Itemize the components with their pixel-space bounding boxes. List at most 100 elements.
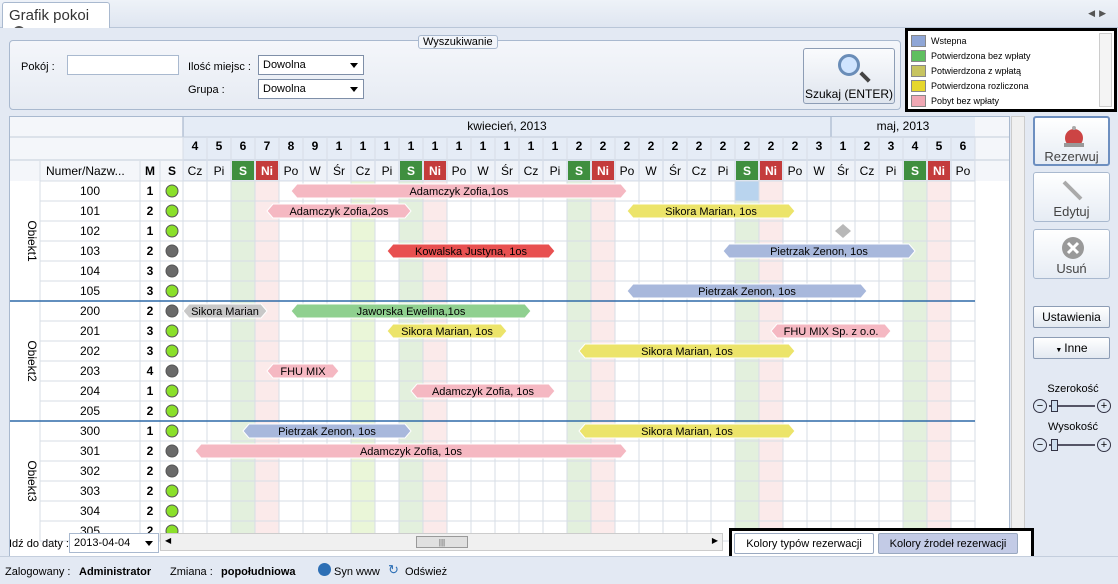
room-number[interactable]: 203 xyxy=(80,364,100,378)
column-name-header: Numer/Nazw... xyxy=(46,164,125,178)
room-number[interactable]: 103 xyxy=(80,244,100,258)
minus-icon[interactable]: − xyxy=(1033,438,1047,452)
room-number[interactable]: 302 xyxy=(80,464,100,478)
other-button[interactable]: ▼ Inne xyxy=(1033,337,1110,359)
delete-button[interactable]: Usuń xyxy=(1033,229,1110,279)
search-button[interactable]: Szukaj (ENTER) xyxy=(803,48,895,104)
settings-button[interactable]: Ustawienia xyxy=(1033,306,1110,328)
height-label: Wysokość xyxy=(1047,421,1099,433)
booking-label: Adamczyk Zofia,1os xyxy=(409,186,509,198)
horizontal-scrollbar[interactable]: ◀ ||| ▶ xyxy=(160,533,723,551)
group-select[interactable]: Dowolna xyxy=(258,79,364,99)
booking-label: Sikora Marian, 1os xyxy=(641,426,733,438)
room-number[interactable]: 200 xyxy=(80,304,100,318)
room-number[interactable]: 100 xyxy=(80,184,100,198)
edit-button[interactable]: Edytuj xyxy=(1033,172,1110,222)
weekday-label: Śr xyxy=(333,163,345,178)
weekday-label: Pi xyxy=(382,164,393,178)
day-number: 6 xyxy=(960,139,967,153)
selected-cell[interactable] xyxy=(735,181,759,201)
weekday-label: S xyxy=(239,164,247,178)
weekday-label: Śr xyxy=(837,163,849,178)
room-number[interactable]: 303 xyxy=(80,484,100,498)
legend-label: Wstepna xyxy=(931,36,967,46)
weekday-label: Cz xyxy=(356,164,371,178)
column-s-header: S xyxy=(168,164,176,178)
tab-title: Grafik pokoi xyxy=(9,7,90,24)
weekday-label: Pi xyxy=(886,164,897,178)
tab-scroll-arrows[interactable]: ◀▶ xyxy=(1088,8,1110,19)
width-slider[interactable]: − + xyxy=(1033,398,1113,414)
weekday-label: Ni xyxy=(933,164,945,178)
dropdown-arrow-icon xyxy=(350,87,358,92)
room-status-icon xyxy=(165,284,179,298)
room-number[interactable]: 202 xyxy=(80,344,100,358)
room-number[interactable]: 201 xyxy=(80,324,100,338)
column-m-header: M xyxy=(145,164,155,178)
day-number: 2 xyxy=(624,139,631,153)
minus-icon[interactable]: − xyxy=(1033,399,1047,413)
slider-handle[interactable] xyxy=(1051,439,1058,451)
weekday-label: Śr xyxy=(501,163,513,178)
plus-icon[interactable]: + xyxy=(1097,399,1111,413)
booking-label: Kowalska Justyna, 1os xyxy=(415,246,527,258)
tab-bar: Grafik pokoi✕ ◀▶ xyxy=(0,0,1118,38)
scroll-right-icon[interactable]: ▶ xyxy=(712,536,718,545)
day-number: 2 xyxy=(864,139,871,153)
group-name: Obiekt1 xyxy=(25,220,39,262)
scroll-left-icon[interactable]: ◀ xyxy=(165,536,171,545)
weekday-label: Pi xyxy=(550,164,561,178)
day-number: 1 xyxy=(408,139,415,153)
room-status-icon xyxy=(165,244,179,258)
legend-swatch xyxy=(911,95,926,107)
scroll-thumb[interactable]: ||| xyxy=(416,536,468,548)
room-number[interactable]: 300 xyxy=(80,424,100,438)
height-slider[interactable]: − + xyxy=(1033,437,1113,453)
room-capacity: 2 xyxy=(147,444,154,458)
goto-date-picker[interactable]: 2013-04-04 xyxy=(69,533,159,553)
room-capacity: 2 xyxy=(147,484,154,498)
legend-scrollbar[interactable] xyxy=(1099,33,1112,107)
seats-select[interactable]: Dowolna xyxy=(258,55,364,75)
delete-label: Usuń xyxy=(1056,261,1087,276)
day-number: 1 xyxy=(456,139,463,153)
room-status-icon xyxy=(165,264,179,278)
width-label: Szerokość xyxy=(1047,383,1099,395)
tab-grafik-pokoi[interactable]: Grafik pokoi✕ xyxy=(2,2,110,38)
room-number[interactable]: 101 xyxy=(80,204,100,218)
edit-label: Edytuj xyxy=(1053,204,1090,219)
room-number[interactable]: 204 xyxy=(80,384,100,398)
room-number[interactable]: 105 xyxy=(80,284,100,298)
slider-handle[interactable] xyxy=(1051,400,1058,412)
day-number: 1 xyxy=(528,139,535,153)
dropdown-arrow-icon xyxy=(145,541,153,546)
magnifier-icon xyxy=(838,54,860,76)
weekday-label: S xyxy=(575,164,583,178)
day-number: 1 xyxy=(504,139,511,153)
booking-label: Sikora Marian xyxy=(191,306,259,318)
room-input[interactable] xyxy=(67,55,179,75)
vertical-scrollbar[interactable] xyxy=(1011,116,1025,557)
sync-link[interactable]: Syn www xyxy=(334,566,380,578)
booking-label: Pietrzak Zenon, 1os xyxy=(770,246,868,258)
room-number[interactable]: 102 xyxy=(80,224,100,238)
other-label: Inne xyxy=(1064,341,1088,355)
logged-label: Zalogowany : xyxy=(5,566,71,578)
room-capacity: 2 xyxy=(147,464,154,478)
color-types-button[interactable]: Kolory typów rezerwacji xyxy=(734,533,874,554)
room-number[interactable]: 304 xyxy=(80,504,100,518)
room-number[interactable]: 104 xyxy=(80,264,100,278)
room-number[interactable]: 205 xyxy=(80,404,100,418)
booking-label: Sikora Marian, 1os xyxy=(665,206,757,218)
refresh-link[interactable]: Odśwież xyxy=(405,566,447,578)
reserve-button[interactable]: Rezerwuj xyxy=(1033,116,1110,166)
delete-icon xyxy=(1062,237,1084,259)
day-number: 2 xyxy=(696,139,703,153)
booking-label: Sikora Marian, 1os xyxy=(641,346,733,358)
color-sources-button[interactable]: Kolory źrodeł rezerwacji xyxy=(878,533,1018,554)
room-number[interactable]: 301 xyxy=(80,444,100,458)
weekday-label: Cz xyxy=(692,164,707,178)
reserve-label: Rezerwuj xyxy=(1044,149,1099,164)
plus-icon[interactable]: + xyxy=(1097,438,1111,452)
weekday-label: Cz xyxy=(524,164,539,178)
